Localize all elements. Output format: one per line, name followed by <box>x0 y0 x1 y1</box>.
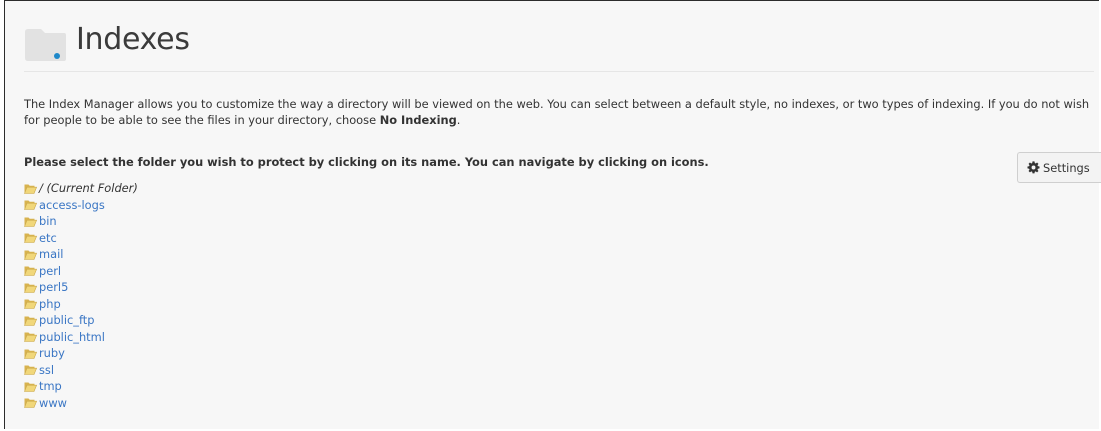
open-folder-icon[interactable] <box>24 216 37 227</box>
folder-link[interactable]: public_html <box>39 329 105 345</box>
gear-icon <box>1027 161 1040 174</box>
open-folder-icon[interactable] <box>24 282 37 293</box>
folder-link[interactable]: mail <box>39 246 63 262</box>
folder-item-current[interactable]: / (Current Folder) <box>24 180 138 197</box>
folder-item-www[interactable]: www <box>24 395 138 412</box>
folder-link[interactable]: ssl <box>39 362 54 378</box>
folder-item-etc[interactable]: etc <box>24 230 138 247</box>
folder-item-perl5[interactable]: perl5 <box>24 279 138 296</box>
description-bold: No Indexing <box>379 113 457 127</box>
page-header: Indexes <box>24 15 1094 72</box>
folder-item-perl[interactable]: perl <box>24 263 138 280</box>
instruction-text: Please select the folder you wish to pro… <box>24 155 709 169</box>
folder-item-mail[interactable]: mail <box>24 246 138 263</box>
folder-item-ssl[interactable]: ssl <box>24 362 138 379</box>
folder-link[interactable]: bin <box>39 213 57 229</box>
current-folder-label[interactable]: / (Current Folder) <box>39 180 138 196</box>
folder-item-tmp[interactable]: tmp <box>24 378 138 395</box>
page-frame: Indexes The Index Manager allows you to … <box>4 0 1101 429</box>
folder-link[interactable]: ruby <box>39 345 65 361</box>
folder-item-bin[interactable]: bin <box>24 213 138 230</box>
open-folder-icon[interactable] <box>24 232 37 244</box>
page-description: The Index Manager allows you to customiz… <box>24 96 1094 128</box>
open-folder-icon[interactable] <box>24 331 37 343</box>
folder-item-access-logs[interactable]: access-logs <box>24 197 138 214</box>
open-folder-icon[interactable] <box>24 315 37 326</box>
folder-item-php[interactable]: php <box>24 296 138 313</box>
folder-icon <box>25 29 66 61</box>
open-folder-icon[interactable] <box>24 183 37 194</box>
open-folder-icon[interactable] <box>24 348 37 359</box>
description-text: The Index Manager allows you to customiz… <box>24 97 1090 127</box>
open-folder-icon[interactable] <box>24 397 37 409</box>
description-end: . <box>456 113 461 127</box>
folder-link[interactable]: perl5 <box>39 279 68 295</box>
settings-label: Settings <box>1043 160 1090 175</box>
page-title: Indexes <box>76 22 190 57</box>
settings-button[interactable]: Settings <box>1017 152 1101 183</box>
open-folder-icon[interactable] <box>24 364 37 376</box>
open-folder-icon[interactable] <box>24 249 37 260</box>
folder-link[interactable]: tmp <box>39 378 62 394</box>
folder-item-public-html[interactable]: public_html <box>24 329 138 346</box>
folder-link[interactable]: etc <box>39 230 57 246</box>
folder-link[interactable]: public_ftp <box>39 312 94 328</box>
open-folder-icon[interactable] <box>24 381 37 392</box>
folder-link[interactable]: perl <box>39 263 61 279</box>
folder-link[interactable]: access-logs <box>39 197 105 213</box>
open-folder-icon[interactable] <box>24 265 37 277</box>
folder-list: / (Current Folder) access-logs bin etc m… <box>24 180 138 411</box>
folder-link[interactable]: www <box>39 395 67 411</box>
open-folder-icon[interactable] <box>24 298 37 310</box>
folder-item-ruby[interactable]: ruby <box>24 345 138 362</box>
open-folder-icon[interactable] <box>24 199 37 211</box>
folder-item-public-ftp[interactable]: public_ftp <box>24 312 138 329</box>
folder-link[interactable]: php <box>39 296 61 312</box>
